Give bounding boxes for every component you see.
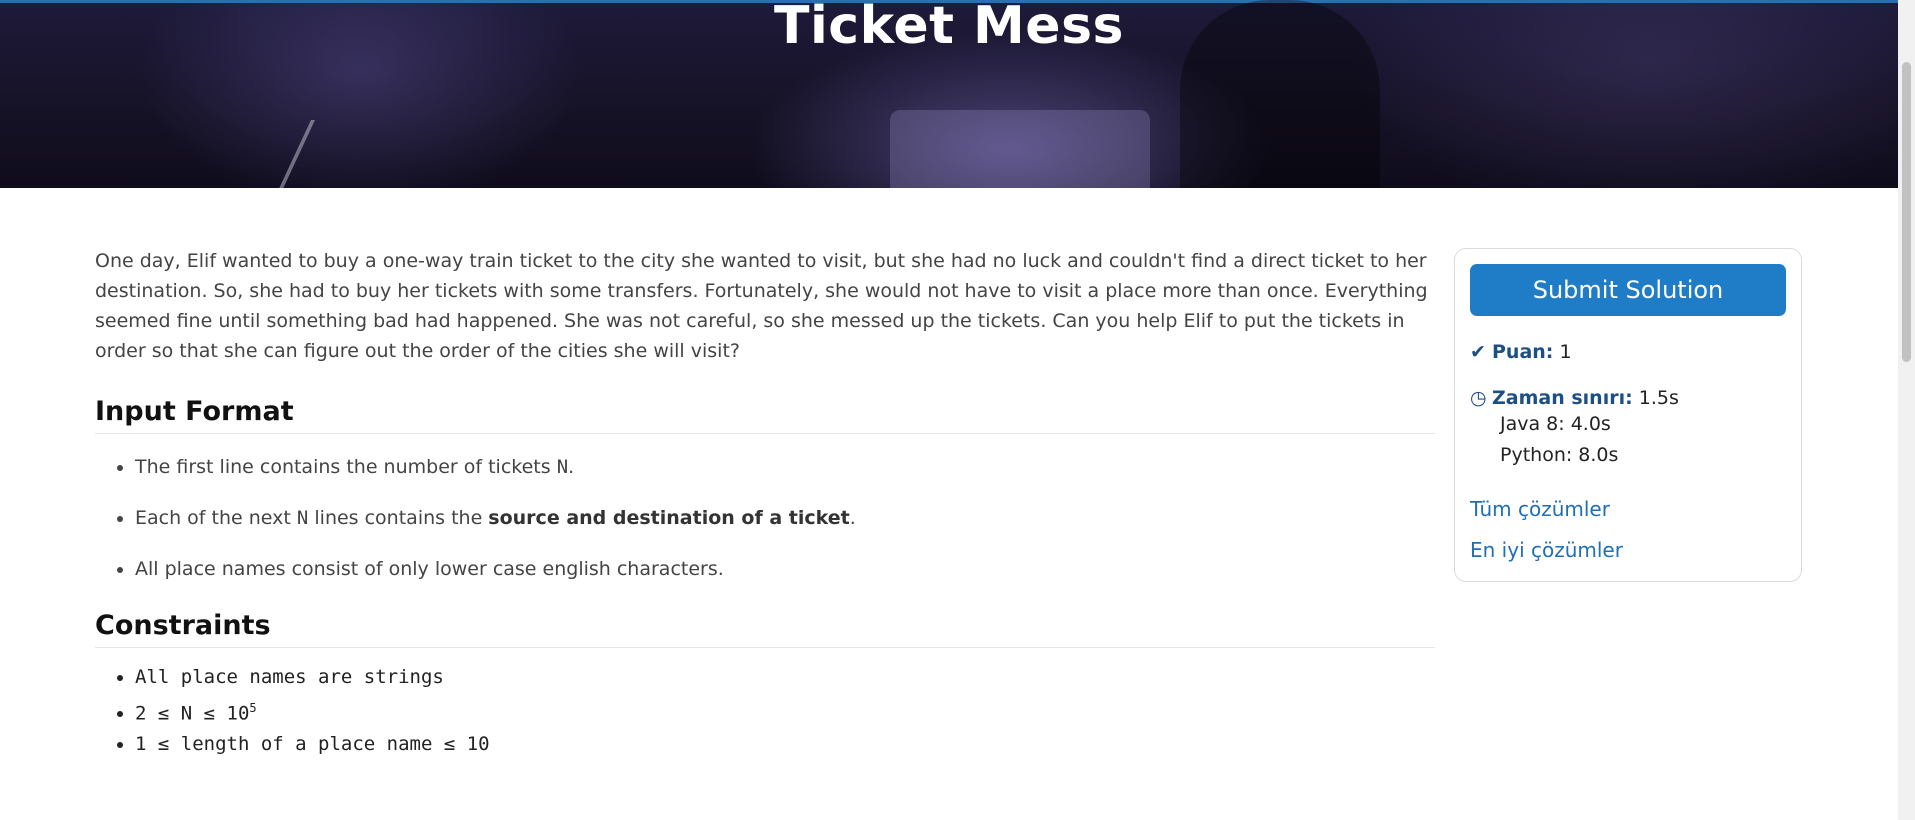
list-item: Each of the next N lines contains the so… [135,503,1435,533]
page-scrollbar[interactable] [1898,0,1915,820]
hero-laptop-edge [269,120,435,188]
input-format-heading: Input Format [95,396,1435,434]
input-format-list: The first line contains the number of ti… [95,452,1435,584]
all-solutions-link[interactable]: Tüm çözümler [1470,497,1610,521]
best-solutions-link[interactable]: En iyi çözümler [1470,538,1623,562]
variable-n: N [296,507,309,529]
variable-n: N [556,456,569,478]
java-time-limit: Java 8: 4.0s [1500,413,1611,435]
problem-description: One day, Elif wanted to buy a one-way tr… [95,250,1428,362]
problem-content: One day, Elif wanted to buy a one-way tr… [95,246,1435,760]
constraint-item: 2 ≤ N ≤ 105 [135,693,1435,729]
list-item: All place names consist of only lower ca… [135,554,1435,584]
points-value: 1 [1559,341,1572,363]
constraints-list: All place names are strings 2 ≤ N ≤ 105 … [95,662,1435,760]
constraint-item: 1 ≤ length of a place name ≤ 10 [135,729,1435,760]
constraint-item: All place names are strings [135,662,1435,693]
clock-icon: ◷ [1470,387,1487,409]
hero-banner: Ticket Mess [0,0,1898,188]
list-item: The first line contains the number of ti… [135,452,1435,482]
time-limit-info: ◷ Zaman sınırı: 1.5s Java 8: 4.0s Python:… [1470,387,1679,471]
bold-text: source and destination of a ticket [488,507,850,529]
time-limit-value: 1.5s [1638,387,1679,409]
problem-sidebar: Submit Solution ✔ Puan: 1 ◷ Zaman sınırı: … [1454,248,1802,582]
check-icon: ✔ [1470,341,1486,363]
scrollbar-thumb[interactable] [1902,62,1911,362]
submit-solution-button[interactable]: Submit Solution [1470,264,1786,316]
constraints-heading: Constraints [95,610,1435,648]
hero-laptop-shape [890,110,1150,188]
page-title: Ticket Mess [774,0,1124,56]
points-label: Puan: [1492,341,1554,363]
python-time-limit: Python: 8.0s [1500,444,1619,466]
points-info: ✔ Puan: 1 [1470,341,1572,363]
time-limit-label: Zaman sınırı: [1492,387,1633,409]
